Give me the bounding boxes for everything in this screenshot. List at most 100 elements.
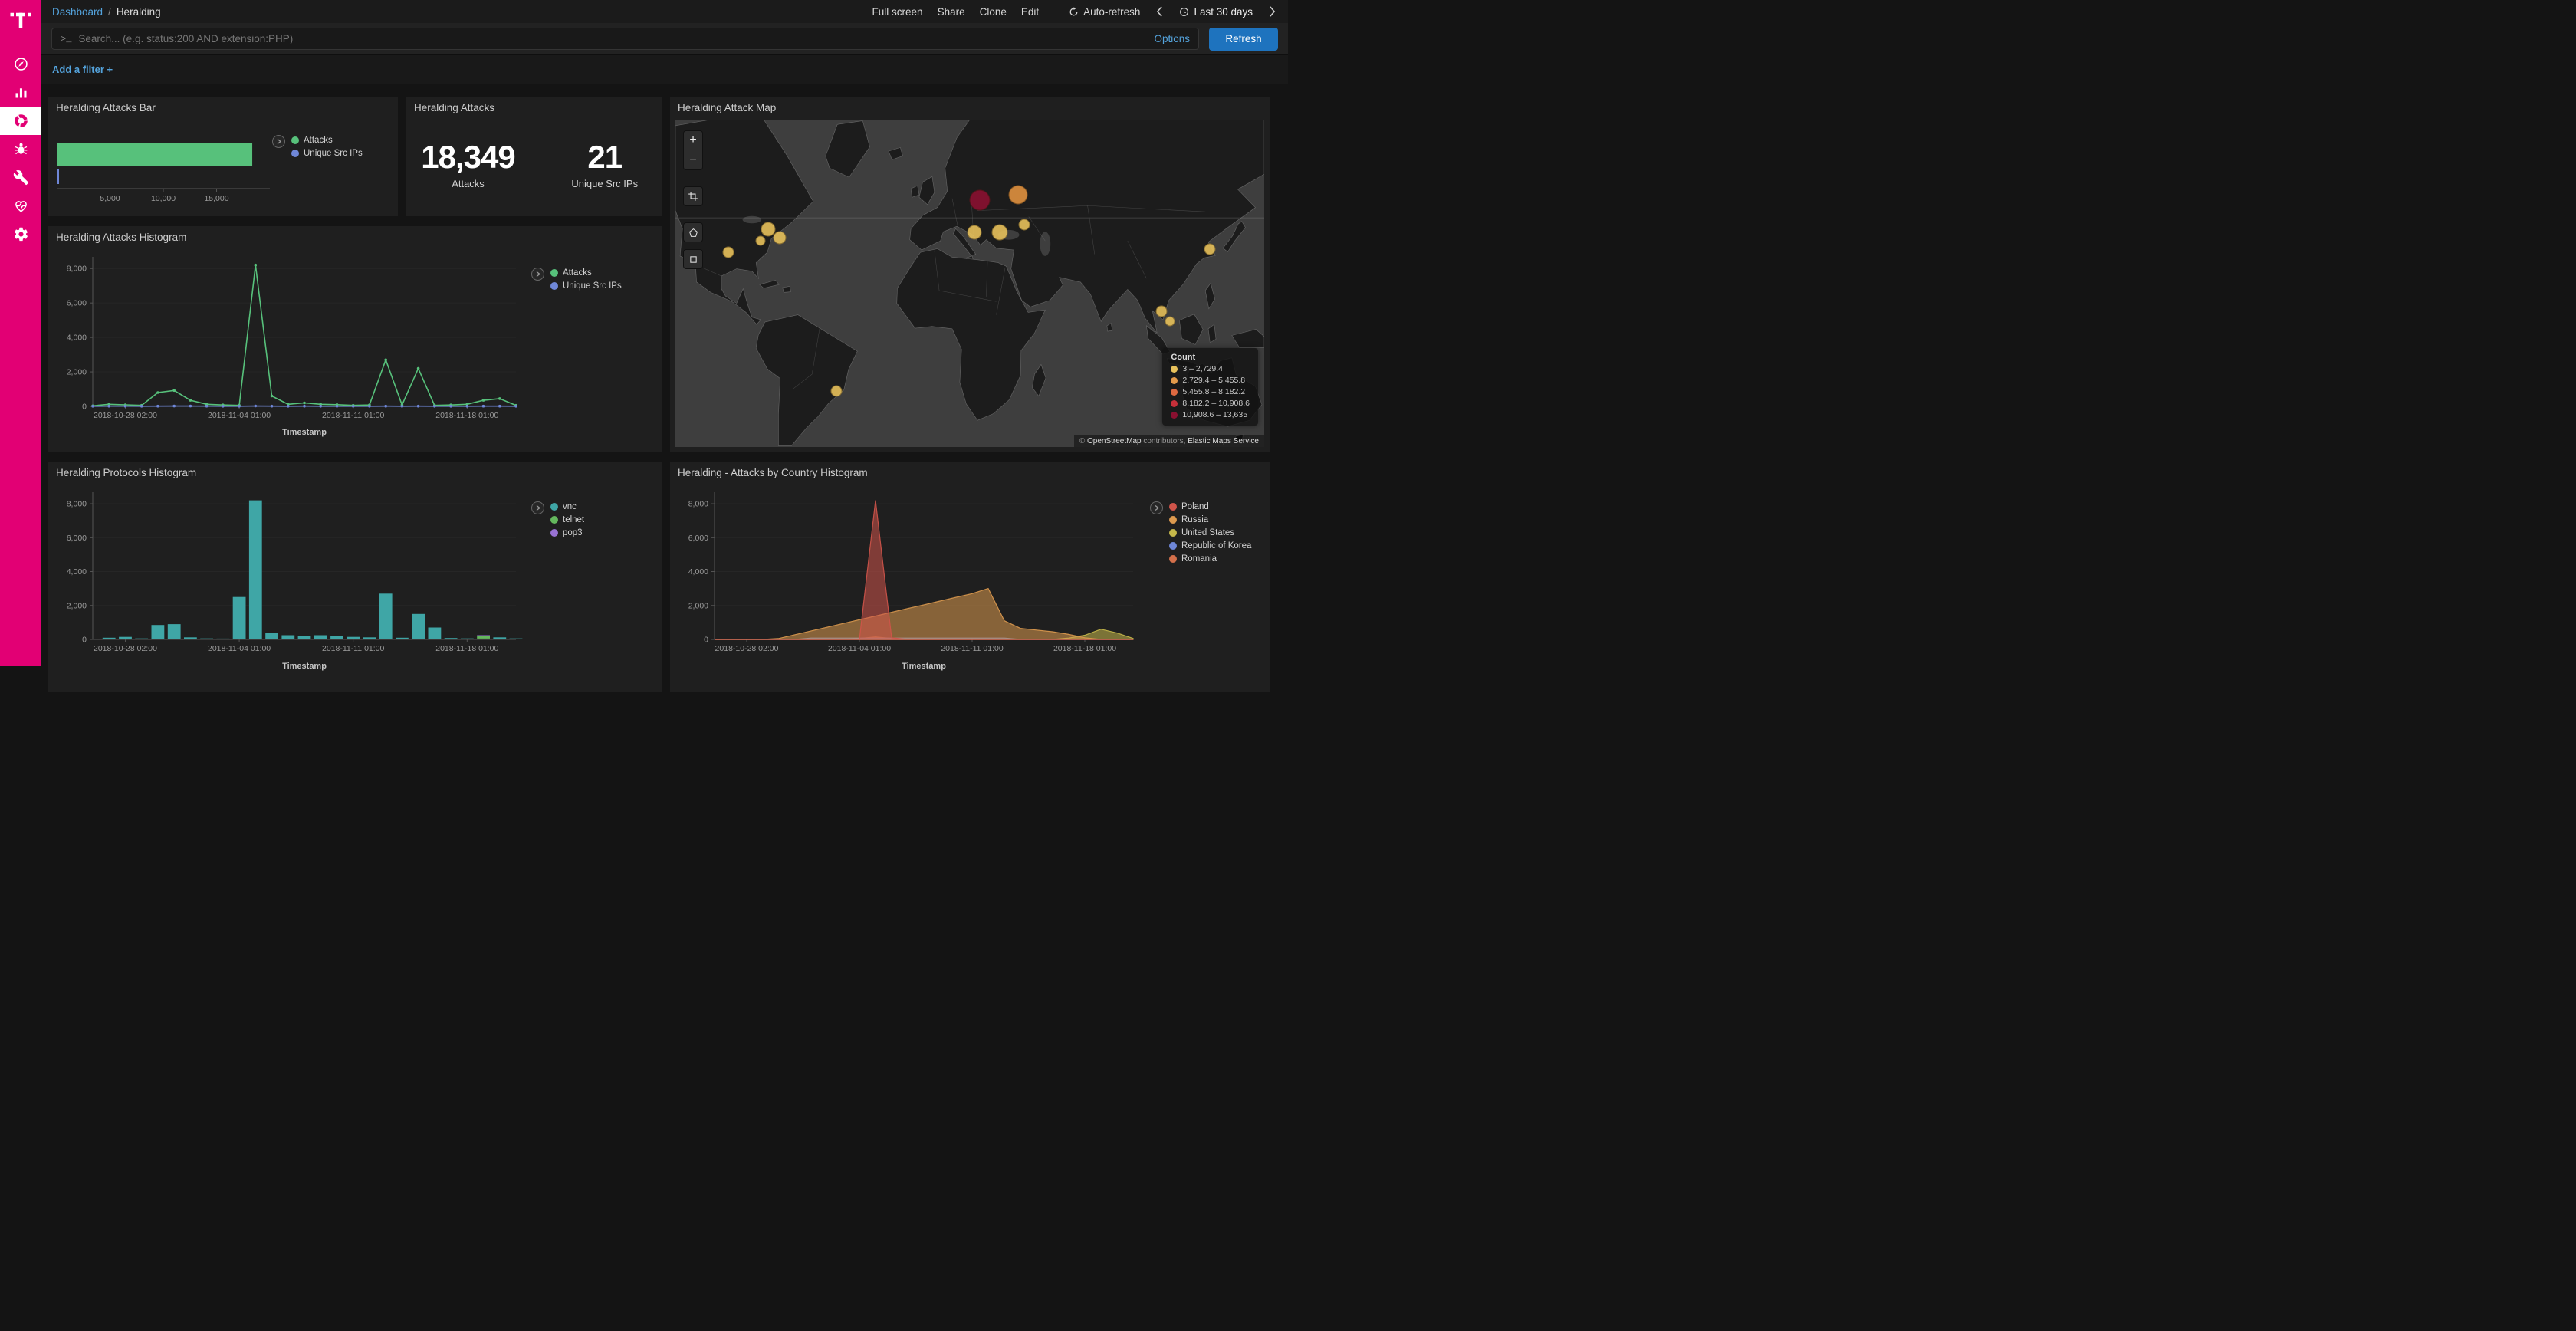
topbar-actions: Full screen Share Clone Edit Auto-refres… — [872, 6, 1277, 18]
map-marker[interactable] — [1204, 243, 1216, 255]
draw-rectangle-button[interactable] — [683, 249, 703, 269]
sidebar-item-visualize[interactable] — [0, 78, 41, 107]
svg-text:5,000: 5,000 — [100, 194, 120, 203]
map-marker[interactable] — [773, 231, 786, 244]
map-marker[interactable] — [723, 246, 734, 258]
legend-label: telnet — [563, 515, 584, 524]
protocols-histogram-chart[interactable]: 02,0004,0006,0008,0002018-10-28 02:00201… — [56, 486, 527, 674]
metric-label: Attacks — [421, 178, 514, 189]
svg-text:Timestamp: Timestamp — [902, 662, 946, 671]
attacks-histogram-legend: Attacks Unique Src IPs — [531, 268, 622, 291]
legend-toggle-icon[interactable] — [272, 135, 285, 148]
draw-polygon-button[interactable] — [683, 222, 703, 242]
sidebar-item-dashboards[interactable] — [0, 50, 41, 78]
legend-item-attacks[interactable]: Attacks — [550, 268, 622, 278]
ems-link[interactable]: Elastic Maps Service — [1188, 437, 1259, 445]
legend-item-unique-src-ips[interactable]: Unique Src IPs — [291, 149, 363, 158]
legend-color-dot — [550, 269, 558, 277]
crop-icon — [688, 191, 698, 202]
legend-label: vnc — [563, 502, 577, 511]
sidebar-item-settings[interactable] — [0, 220, 41, 248]
zoom-control-group: + − — [683, 130, 703, 170]
full-screen-button[interactable]: Full screen — [872, 6, 923, 18]
map-marker[interactable] — [830, 386, 842, 397]
map-marker[interactable] — [1155, 305, 1167, 317]
breadcrumb-dashboard-link[interactable]: Dashboard — [52, 6, 103, 18]
attacks-bar-legend: Attacks Unique Src IPs — [272, 135, 363, 158]
breadcrumb-separator: / — [108, 6, 111, 18]
svg-text:2,000: 2,000 — [688, 601, 708, 610]
search-input[interactable] — [78, 33, 1147, 44]
legend-item-pop3[interactable]: pop3 — [550, 528, 584, 537]
map-marker[interactable] — [756, 235, 766, 245]
map-marker[interactable] — [968, 225, 982, 240]
legend-item-romania[interactable]: Romania — [1169, 554, 1251, 564]
svg-text:2018-11-18 01:00: 2018-11-18 01:00 — [435, 411, 498, 420]
panel-title: Heralding Attacks Histogram — [56, 232, 186, 243]
metric-attacks: 18,349 Attacks — [421, 139, 514, 189]
attacks-bar-chart[interactable]: 5,00010,00015,000 — [53, 124, 277, 210]
map-legend-color-dot — [1171, 377, 1178, 384]
world-map[interactable]: + − Count 3 – 2,729 — [675, 120, 1264, 447]
legend-item-unique-src-ips[interactable]: Unique Src IPs — [550, 281, 622, 291]
svg-text:2018-11-11 01:00: 2018-11-11 01:00 — [322, 644, 385, 653]
time-back-button[interactable] — [1155, 6, 1165, 17]
panel-title: Heralding Protocols Histogram — [56, 467, 196, 478]
time-forward-button[interactable] — [1267, 6, 1277, 17]
legend-toggle-icon[interactable] — [531, 501, 544, 514]
add-filter-link[interactable]: Add a filter + — [52, 64, 113, 75]
legend-item-telnet[interactable]: telnet — [550, 515, 584, 524]
svg-text:0: 0 — [82, 636, 87, 645]
map-marker[interactable] — [1165, 316, 1175, 326]
zoom-out-button[interactable]: − — [684, 150, 702, 169]
legend-toggle-icon[interactable] — [531, 268, 544, 281]
telekom-logo — [9, 8, 32, 35]
panel-attacks-histogram: Heralding Attacks Histogram 02,0004,0006… — [48, 226, 662, 452]
clone-button[interactable]: Clone — [980, 6, 1007, 18]
sidebar-item-heralding-dashboard[interactable] — [0, 107, 41, 135]
time-range-label: Last 30 days — [1194, 6, 1253, 18]
zoom-in-button[interactable]: + — [684, 131, 702, 150]
protocols-histogram-legend: vnc telnet pop3 — [531, 501, 584, 537]
map-marker[interactable] — [970, 189, 991, 210]
country-histogram-chart[interactable]: 02,0004,0006,0008,0002018-10-28 02:00201… — [678, 486, 1142, 674]
map-marker[interactable] — [1008, 186, 1027, 205]
map-legend-item: 8,182.2 – 10,908.6 — [1171, 399, 1250, 408]
panel-title: Heralding Attacks Bar — [56, 102, 156, 113]
edit-button[interactable]: Edit — [1021, 6, 1039, 18]
refresh-button[interactable]: Refresh — [1209, 28, 1278, 51]
legend-item-attacks[interactable]: Attacks — [291, 136, 363, 145]
sidebar-item-health[interactable] — [0, 192, 41, 220]
telekom-t-icon — [9, 8, 32, 31]
map-legend-label: 8,182.2 – 10,908.6 — [1182, 399, 1250, 408]
bug-icon — [13, 141, 29, 157]
map-marker[interactable] — [1018, 219, 1030, 230]
fit-bounds-button[interactable] — [683, 186, 703, 206]
legend-color-dot — [1169, 516, 1177, 524]
legend-item-russia[interactable]: Russia — [1169, 515, 1251, 524]
svg-text:10,000: 10,000 — [151, 194, 176, 203]
map-legend-color-dot — [1171, 389, 1178, 396]
auto-refresh-button[interactable]: Auto-refresh — [1069, 6, 1140, 18]
legend-item-republic-of-korea[interactable]: Republic of Korea — [1169, 541, 1251, 550]
osm-link[interactable]: OpenStreetMap — [1087, 437, 1142, 445]
legend-item-vnc[interactable]: vnc — [550, 502, 584, 511]
map-legend-item: 2,729.4 – 5,455.8 — [1171, 376, 1250, 385]
time-range-picker[interactable]: Last 30 days — [1179, 6, 1253, 18]
legend-item-poland[interactable]: Poland — [1169, 502, 1251, 511]
breadcrumb-current: Heralding — [117, 6, 161, 18]
heartbeat-icon — [13, 198, 29, 214]
panel-title: Heralding Attack Map — [678, 102, 776, 113]
legend-item-united-states[interactable]: United States — [1169, 528, 1251, 537]
svg-text:Timestamp: Timestamp — [282, 428, 327, 437]
share-button[interactable]: Share — [938, 6, 965, 18]
sidebar-item-tools[interactable] — [0, 163, 41, 192]
options-link[interactable]: Options — [1154, 33, 1190, 44]
panel-country-histogram: Heralding - Attacks by Country Histogram… — [670, 462, 1270, 692]
sidebar-item-honeypot[interactable] — [0, 135, 41, 163]
legend-toggle-icon[interactable] — [1150, 501, 1163, 514]
svg-text:2,000: 2,000 — [67, 368, 87, 377]
map-legend-color-dot — [1171, 366, 1178, 373]
map-marker[interactable] — [992, 225, 1008, 241]
attacks-histogram-chart[interactable]: 02,0004,0006,0008,0002018-10-28 02:00201… — [56, 251, 527, 439]
